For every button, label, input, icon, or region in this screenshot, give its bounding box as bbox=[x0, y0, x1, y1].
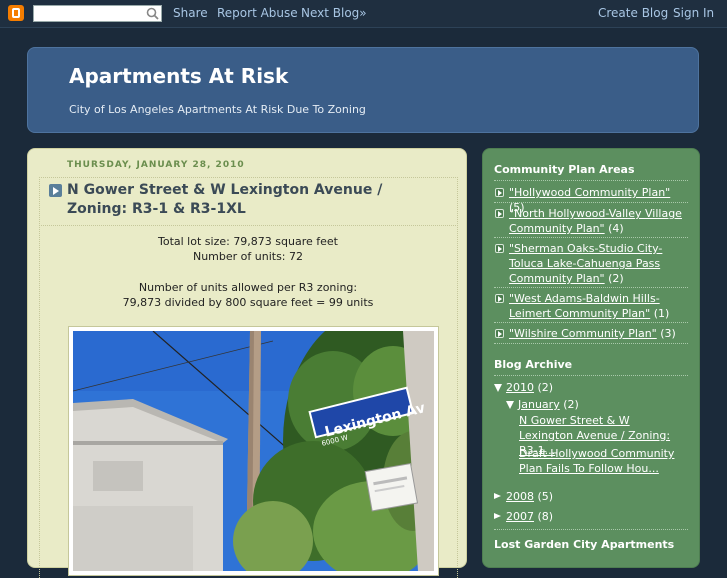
expand-toggle-icon[interactable] bbox=[494, 513, 501, 519]
next-blog-link[interactable]: Next Blog» bbox=[301, 6, 367, 20]
community-plan-heading: Community Plan Areas bbox=[494, 163, 635, 176]
post-divider bbox=[39, 225, 456, 226]
blogger-logo-icon[interactable] bbox=[8, 5, 24, 21]
archive-count: (8) bbox=[537, 510, 554, 523]
archive-month-january[interactable]: January (2) bbox=[506, 397, 579, 412]
archive-month-link[interactable]: January bbox=[518, 398, 560, 411]
blog-archive-heading: Blog Archive bbox=[494, 358, 573, 371]
archive-count: (5) bbox=[537, 490, 554, 503]
plan-link-north-hollywood[interactable]: "North Hollywood-Valley Village Communit… bbox=[509, 207, 682, 235]
archive-post-link[interactable]: Draft Hollywood Community Plan Fails To … bbox=[519, 447, 674, 475]
bullet-arrow-icon bbox=[495, 209, 504, 218]
blogger-navbar: Share Report Abuse Next Blog» Create Blo… bbox=[0, 0, 727, 28]
archive-year-link[interactable]: 2010 bbox=[506, 381, 534, 394]
post-text-line: 79,873 divided by 800 square feet = 99 u… bbox=[122, 296, 374, 309]
sidebar: Community Plan Areas "Hollywood Communit… bbox=[482, 148, 700, 568]
post-text-line: Number of units allowed per R3 zoning: bbox=[138, 281, 358, 294]
sidebar-divider bbox=[494, 375, 688, 376]
archive-post-item: Draft Hollywood Community Plan Fails To … bbox=[519, 446, 687, 476]
post-date: THURSDAY, JANUARY 28, 2010 bbox=[67, 160, 245, 170]
search-input[interactable] bbox=[33, 5, 162, 22]
archive-year-link[interactable]: 2008 bbox=[506, 490, 534, 503]
bullet-arrow-icon bbox=[495, 244, 504, 253]
bullet-arrow-icon bbox=[495, 329, 504, 338]
blog-title[interactable]: Apartments At Risk bbox=[69, 64, 288, 88]
sidebar-divider bbox=[494, 202, 688, 203]
street-sign-photo: Lexington Av 6000 W bbox=[73, 331, 434, 571]
bullet-arrow-icon bbox=[495, 188, 504, 197]
blog-header: Apartments At Risk City of Los Angeles A… bbox=[27, 47, 699, 133]
post-text-line: Total lot size: 79,873 square feet bbox=[158, 235, 338, 248]
post-arrow-icon bbox=[49, 184, 62, 197]
bullet-arrow-icon bbox=[495, 294, 504, 303]
report-abuse-link[interactable]: Report Abuse bbox=[217, 6, 298, 20]
collapse-toggle-icon[interactable] bbox=[506, 401, 514, 409]
plan-link-wilshire[interactable]: "Wilshire Community Plan" bbox=[509, 327, 657, 340]
plan-link-hollywood[interactable]: "Hollywood Community Plan" bbox=[509, 186, 670, 199]
archive-year-2010[interactable]: 2010 (2) bbox=[494, 380, 553, 395]
archive-year-2008[interactable]: 2008 (5) bbox=[494, 489, 553, 504]
create-blog-link[interactable]: Create Blog bbox=[598, 6, 668, 20]
plan-count: (4) bbox=[608, 222, 624, 235]
plan-count: (2) bbox=[608, 272, 624, 285]
expand-toggle-icon[interactable] bbox=[494, 493, 501, 499]
plan-link-west-adams[interactable]: "West Adams-Baldwin Hills-Leimert Commun… bbox=[509, 292, 660, 320]
sign-in-link[interactable]: Sign In bbox=[673, 6, 714, 20]
sidebar-divider bbox=[494, 237, 688, 238]
post-text-line: Number of units: 72 bbox=[192, 250, 304, 263]
archive-count: (2) bbox=[563, 398, 579, 411]
sidebar-divider bbox=[494, 343, 688, 344]
archive-year-2007[interactable]: 2007 (8) bbox=[494, 509, 553, 524]
plan-count: (3) bbox=[660, 327, 676, 340]
search-icon[interactable] bbox=[146, 7, 159, 20]
sidebar-divider bbox=[494, 180, 688, 181]
sidebar-divider bbox=[494, 529, 688, 530]
plan-link-sherman-oaks[interactable]: "Sherman Oaks-Studio City-Toluca Lake-Ca… bbox=[509, 242, 662, 285]
sidebar-divider bbox=[494, 287, 688, 288]
share-link[interactable]: Share bbox=[173, 6, 208, 20]
archive-year-link[interactable]: 2007 bbox=[506, 510, 534, 523]
archive-count: (2) bbox=[537, 381, 554, 394]
post-photo[interactable]: Lexington Av 6000 W bbox=[68, 326, 439, 576]
post-title[interactable]: N Gower Street & W Lexington Avenue / Zo… bbox=[67, 181, 447, 219]
sidebar-divider bbox=[494, 322, 688, 323]
blog-description: City of Los Angeles Apartments At Risk D… bbox=[69, 103, 366, 116]
collapse-toggle-icon[interactable] bbox=[494, 384, 502, 392]
main-column: THURSDAY, JANUARY 28, 2010 N Gower Stree… bbox=[27, 148, 467, 578]
plan-count: (1) bbox=[653, 307, 670, 320]
